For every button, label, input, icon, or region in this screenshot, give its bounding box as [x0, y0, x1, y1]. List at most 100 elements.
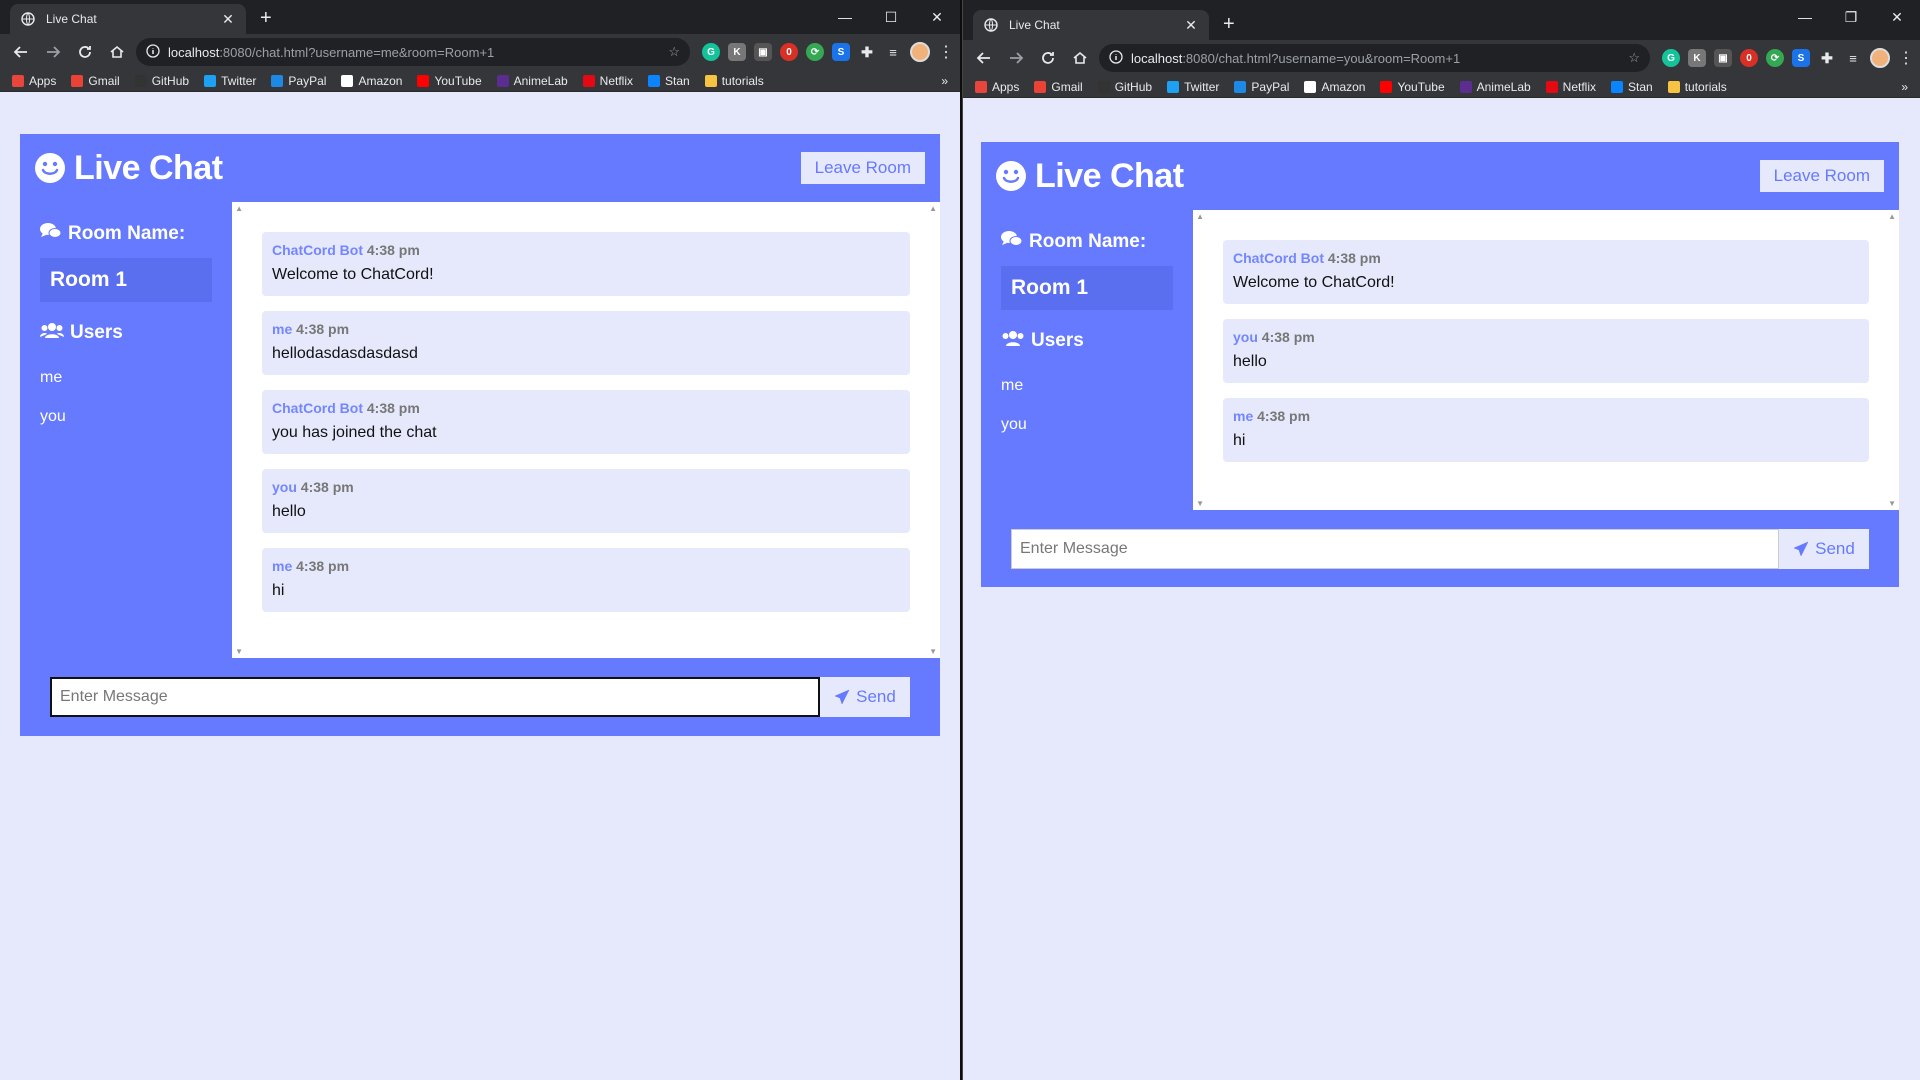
- bookmark-github[interactable]: GitHub: [134, 74, 189, 88]
- bookmark-gmail[interactable]: Gmail: [71, 74, 120, 88]
- messages-scrollbar[interactable]: ▲ ▼: [1885, 210, 1899, 510]
- reload-icon[interactable]: [72, 39, 98, 65]
- address-bar[interactable]: localhost:8080/chat.html?username=you&ro…: [1099, 44, 1650, 72]
- extension-sync-icon[interactable]: ⟳: [1766, 49, 1784, 67]
- extension-screen-icon[interactable]: ▣: [754, 43, 772, 61]
- grammarly-icon[interactable]: G: [1662, 49, 1680, 67]
- scroll-down-icon[interactable]: ▼: [235, 647, 243, 656]
- scroll-up-icon[interactable]: ▲: [235, 204, 243, 213]
- bookmark-paypal[interactable]: PayPal: [271, 74, 326, 88]
- bookmarks-overflow-icon[interactable]: »: [1901, 80, 1908, 94]
- extension-s-icon[interactable]: S: [1792, 49, 1810, 67]
- message-time: 4:38 pm: [296, 558, 350, 574]
- grammarly-icon[interactable]: G: [702, 43, 720, 61]
- page-body: Live Chat Leave Room Room Name: Room 1 U…: [963, 99, 1920, 1080]
- menu-dots-icon[interactable]: ⋮: [1898, 48, 1914, 68]
- bookmark-stan[interactable]: Stan: [648, 74, 690, 88]
- left-scrollbar[interactable]: ▲ ▼: [1193, 210, 1207, 510]
- close-window-icon[interactable]: ✕: [914, 0, 960, 34]
- home-icon[interactable]: [1067, 45, 1093, 71]
- bookmark-apps[interactable]: Apps: [975, 80, 1019, 94]
- forward-icon[interactable]: [40, 39, 66, 65]
- bookmark-twitter[interactable]: Twitter: [1167, 80, 1219, 94]
- close-window-icon[interactable]: ✕: [1874, 0, 1920, 34]
- bookmark-animelab[interactable]: AnimeLab: [496, 74, 568, 88]
- extensions-puzzle-icon[interactable]: ✚: [1818, 49, 1836, 67]
- bookmarks-overflow-icon[interactable]: »: [941, 74, 948, 88]
- bookmark-twitter[interactable]: Twitter: [204, 74, 256, 88]
- bookmark-github[interactable]: GitHub: [1097, 80, 1152, 94]
- forward-icon[interactable]: [1003, 45, 1029, 71]
- bookmark-tutorials[interactable]: tutorials: [1667, 80, 1727, 94]
- send-button[interactable]: Send: [1779, 529, 1869, 569]
- menu-dots-icon[interactable]: ⋮: [938, 42, 954, 62]
- scroll-up-icon[interactable]: ▲: [1888, 212, 1896, 221]
- profile-avatar[interactable]: [910, 42, 930, 62]
- maximize-icon[interactable]: ☐: [868, 0, 914, 34]
- bookmark-apps[interactable]: Apps: [12, 74, 56, 88]
- browser-toolbar: localhost:8080/chat.html?username=me&roo…: [0, 34, 960, 70]
- bookmark-animelab[interactable]: AnimeLab: [1459, 80, 1531, 94]
- scroll-up-icon[interactable]: ▲: [929, 204, 937, 213]
- app-brand: Live Chat: [995, 157, 1184, 196]
- reload-icon[interactable]: [1035, 45, 1061, 71]
- bookmark-star-icon[interactable]: ☆: [668, 44, 680, 60]
- back-icon[interactable]: [8, 39, 34, 65]
- extensions-puzzle-icon[interactable]: ✚: [858, 43, 876, 61]
- bookmark-amazon[interactable]: Amazon: [1304, 80, 1365, 94]
- minimize-icon[interactable]: —: [1782, 0, 1828, 34]
- back-icon[interactable]: [971, 45, 997, 71]
- tab-title: Live Chat: [46, 12, 97, 26]
- chat-main: Room Name: Room 1 Users me you ▲ ▼ ChatCo…: [20, 202, 940, 658]
- scroll-down-icon[interactable]: ▼: [1888, 499, 1896, 508]
- messages-scrollbar[interactable]: ▲ ▼: [926, 202, 940, 658]
- bookmark-tutorials[interactable]: tutorials: [704, 74, 764, 88]
- left-scrollbar[interactable]: ▲ ▼: [232, 202, 246, 658]
- send-button[interactable]: Send: [820, 677, 910, 717]
- extension-badge-icon[interactable]: 0: [780, 43, 798, 61]
- home-icon[interactable]: [104, 39, 130, 65]
- tab-live-chat[interactable]: Live Chat ✕: [973, 10, 1209, 40]
- bookmark-gmail[interactable]: Gmail: [1034, 80, 1083, 94]
- amazon-icon: [341, 74, 354, 87]
- tab-close-icon[interactable]: ✕: [1183, 17, 1199, 34]
- stan-icon: [648, 74, 661, 87]
- bookmark-netflix[interactable]: Netflix: [1545, 80, 1596, 94]
- scroll-up-icon[interactable]: ▲: [1196, 212, 1204, 221]
- leave-room-button[interactable]: Leave Room: [800, 152, 925, 184]
- tab-live-chat[interactable]: Live Chat ✕: [10, 4, 246, 34]
- bookmark-star-icon[interactable]: ☆: [1628, 50, 1640, 66]
- new-tab-icon[interactable]: +: [260, 6, 272, 30]
- restore-icon[interactable]: ❐: [1828, 0, 1874, 34]
- gmail-icon: [1034, 80, 1047, 93]
- new-tab-icon[interactable]: +: [1223, 12, 1235, 36]
- tab-close-icon[interactable]: ✕: [220, 11, 236, 28]
- scroll-down-icon[interactable]: ▼: [1196, 499, 1204, 508]
- profile-avatar[interactable]: [1870, 48, 1890, 68]
- bookmark-youtube[interactable]: YouTube: [417, 74, 482, 88]
- scroll-down-icon[interactable]: ▼: [929, 647, 937, 656]
- extension-s-icon[interactable]: S: [832, 43, 850, 61]
- netflix-icon: [1545, 80, 1558, 93]
- bookmark-amazon[interactable]: Amazon: [341, 74, 402, 88]
- bookmark-netflix[interactable]: Netflix: [582, 74, 633, 88]
- extension-k-icon[interactable]: K: [728, 43, 746, 61]
- reading-list-icon[interactable]: ≡: [1844, 49, 1862, 67]
- info-icon[interactable]: [1109, 49, 1123, 67]
- extension-sync-icon[interactable]: ⟳: [806, 43, 824, 61]
- extension-screen-icon[interactable]: ▣: [1714, 49, 1732, 67]
- minimize-icon[interactable]: —: [822, 0, 868, 34]
- address-bar[interactable]: localhost:8080/chat.html?username=me&roo…: [136, 38, 690, 66]
- leave-room-button[interactable]: Leave Room: [1759, 160, 1884, 192]
- chat-messages: ▲ ▼ ChatCord Bot 4:38 pm Welcome to ChatCo…: [232, 202, 940, 658]
- bookmark-youtube[interactable]: YouTube: [1380, 80, 1445, 94]
- info-icon[interactable]: [146, 43, 160, 61]
- extension-badge-icon[interactable]: 0: [1740, 49, 1758, 67]
- message-input[interactable]: Enter Message: [50, 677, 820, 717]
- twitter-icon: [204, 74, 217, 87]
- message-input[interactable]: Enter Message: [1011, 529, 1779, 569]
- extension-k-icon[interactable]: K: [1688, 49, 1706, 67]
- bookmark-stan[interactable]: Stan: [1611, 80, 1653, 94]
- bookmark-paypal[interactable]: PayPal: [1234, 80, 1289, 94]
- reading-list-icon[interactable]: ≡: [884, 43, 902, 61]
